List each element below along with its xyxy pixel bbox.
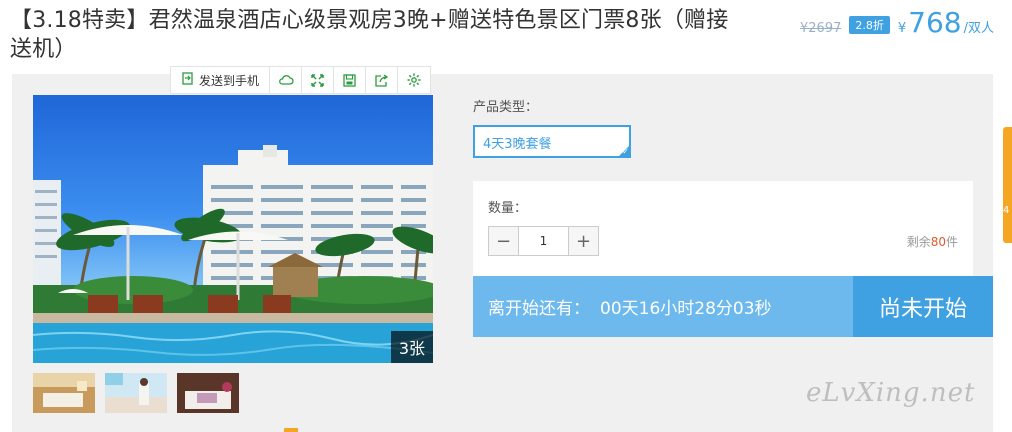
settings-icon[interactable] — [398, 67, 430, 93]
quantity-input[interactable] — [518, 227, 569, 255]
hotel-main-photo[interactable]: 3张 — [33, 95, 433, 363]
hotel-pool-image — [33, 145, 433, 363]
price-box: ¥2697 2.8折 ¥ 768 /双人 — [800, 6, 994, 39]
current-price: 768 — [908, 6, 962, 39]
bedroom-thumbnail[interactable] — [177, 373, 239, 413]
countdown-bar: 离开始还有： 00天16小时28分03秒 — [473, 276, 853, 337]
stock-remaining: 剩余80件 — [907, 233, 958, 250]
product-type-option[interactable]: 4天3晚套餐 ✓ — [473, 125, 631, 158]
share-icon[interactable] — [366, 67, 399, 93]
product-type-option-label: 4天3晚套餐 — [483, 137, 552, 152]
currency-symbol: ¥ — [897, 21, 907, 36]
check-icon: ✓ — [622, 147, 629, 156]
bottom-indicator — [284, 428, 298, 432]
watermark: eLvXing.net — [806, 378, 976, 408]
send-to-phone-label: 发送到手机 — [199, 73, 260, 88]
room-thumbnail[interactable] — [33, 373, 95, 413]
side-float-tab[interactable]: 4 — [1003, 127, 1012, 243]
beach-thumbnail[interactable] — [105, 373, 167, 413]
original-price: ¥2697 — [800, 21, 842, 36]
side-tab-label: 4 — [1003, 205, 1010, 216]
image-toolbar: 发送到手机 — [170, 66, 432, 94]
photo-count-badge: 3张 — [390, 331, 433, 363]
quantity-label: 数量： — [488, 201, 528, 216]
expand-icon[interactable] — [302, 67, 335, 93]
quantity-section: 数量： − + 剩余80件 — [473, 181, 973, 276]
product-type-label: 产品类型： — [473, 100, 539, 115]
price-unit: /双人 — [963, 21, 994, 36]
not-started-button[interactable]: 尚未开始 — [853, 276, 993, 337]
quantity-stepper: − + — [488, 226, 599, 256]
discount-badge: 2.8折 — [849, 16, 890, 34]
product-page: 【3.18特卖】君然温泉酒店心级景观房3晚+赠送特色景区门票8张（赠接送机） ¥… — [0, 0, 1012, 432]
countdown-time: 00天16小时28分03秒 — [600, 299, 772, 319]
quantity-decrease-button[interactable]: − — [489, 227, 518, 255]
phone-icon — [181, 71, 194, 89]
quantity-increase-button[interactable]: + — [569, 227, 598, 255]
cloud-icon[interactable] — [270, 67, 303, 93]
stock-suffix: 件 — [945, 235, 958, 249]
stock-count: 80 — [930, 235, 946, 249]
countdown-label: 离开始还有： — [488, 299, 590, 319]
thumbnail-strip — [33, 373, 239, 413]
stock-prefix: 剩余 — [906, 235, 931, 249]
product-title: 【3.18特卖】君然温泉酒店心级景观房3晚+赠送特色景区门票8张（赠接送机） — [10, 8, 729, 62]
save-icon[interactable] — [334, 67, 367, 93]
send-to-phone-button[interactable]: 发送到手机 — [171, 67, 271, 93]
